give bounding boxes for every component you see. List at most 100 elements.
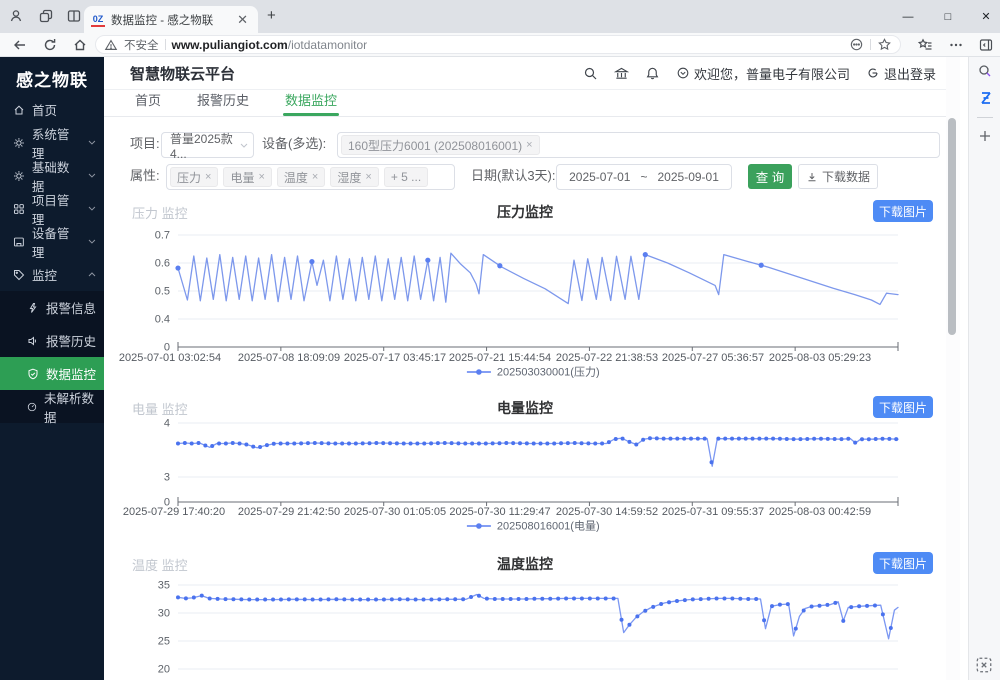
svg-text:20: 20	[158, 664, 170, 676]
svg-text:2025-08-03 00:42:59: 2025-08-03 00:42:59	[769, 506, 871, 518]
user-menu[interactable]: 欢迎您，普量电子有限公司	[676, 64, 850, 83]
svg-text:0.4: 0.4	[155, 314, 170, 326]
add-sidebar-item-icon[interactable]	[978, 129, 992, 143]
svg-text:0.7: 0.7	[155, 230, 170, 242]
download-data-button[interactable]: 下载数据	[798, 164, 878, 189]
project-label: 项目:	[130, 131, 160, 157]
sidebar-item-devices[interactable]: 设备管理	[0, 225, 104, 258]
remove-tag-icon[interactable]: ×	[365, 171, 371, 183]
close-tab-icon[interactable]: ✕	[234, 12, 251, 27]
minimize-button[interactable]: —	[888, 0, 928, 33]
download-image-button[interactable]: 下载图片	[873, 396, 933, 418]
sidebar-item-alarm-history[interactable]: 报警历史	[0, 324, 104, 357]
attr-multiselect[interactable]: 压力× 电量× 温度× 湿度× + 5 ...	[166, 164, 455, 190]
profile-icon[interactable]	[8, 8, 24, 24]
download-image-button[interactable]: 下载图片	[873, 200, 933, 222]
browser-window: 0Z 数据监控 - 感之物联 ✕ + — □ ✕ 不安全 www.puliang…	[0, 0, 1000, 680]
gear-icon	[13, 137, 25, 149]
battery-chart-plot: 4302025-07-29 17:40:202025-07-29 21:42:5…	[110, 418, 945, 532]
address-bar[interactable]: 不安全 www.puliangiot.com/iotdatamonitor	[95, 35, 901, 54]
back-icon[interactable]	[12, 37, 28, 53]
close-window-button[interactable]: ✕	[966, 0, 1000, 33]
filter-row-attrs: 属性: 压力× 电量× 温度× 湿度× + 5 ... 日期(默认3天): 20…	[104, 163, 946, 191]
refresh-icon[interactable]	[42, 37, 58, 53]
sidebar-item-data-monitor[interactable]: 数据监控	[0, 357, 104, 390]
workspaces-icon[interactable]	[38, 8, 54, 24]
divider	[977, 117, 993, 118]
maximize-button[interactable]: □	[928, 0, 968, 33]
page-body: 感之物联 首页 系统管理 基础数据 项目管理	[0, 57, 1000, 680]
device-multiselect[interactable]: 160型压力6001 (202508016001)×	[337, 132, 940, 158]
sidebar-item-basedata[interactable]: 基础数据	[0, 159, 104, 192]
page-tabs: 首页 报警历史 数据监控	[104, 90, 946, 117]
remove-tag-icon[interactable]: ×	[205, 171, 211, 183]
sidebar-item-unparsed-data[interactable]: 未解析数据	[0, 390, 104, 423]
bookmark-star-icon[interactable]	[877, 37, 892, 52]
browser-tab-strip: 0Z 数据监控 - 感之物联 ✕ + — □ ✕	[0, 0, 1000, 33]
scrollbar-thumb[interactable]	[948, 118, 956, 335]
chevron-down-icon	[88, 140, 96, 145]
site-favicon: 0Z	[91, 13, 105, 27]
sidebar-item-projects[interactable]: 项目管理	[0, 192, 104, 225]
attr-label: 属性:	[130, 163, 160, 189]
attr-tag: 温度×	[277, 167, 325, 187]
security-label[interactable]: 不安全	[124, 37, 159, 53]
svg-text:2025-07-17 03:45:17: 2025-07-17 03:45:17	[344, 352, 446, 364]
search-icon[interactable]	[583, 66, 598, 81]
date-label: 日期(默认3天):	[471, 163, 556, 189]
tab-alarm-history[interactable]: 报警历史	[197, 90, 249, 116]
home-icon[interactable]	[72, 37, 88, 53]
divider	[870, 39, 871, 50]
temperature-chart-plot: 35302520	[110, 578, 945, 680]
svg-text:2025-07-22 21:38:53: 2025-07-22 21:38:53	[556, 352, 658, 364]
tab-data-monitor[interactable]: 数据监控	[285, 90, 337, 116]
security-warning-icon	[104, 38, 118, 52]
query-button[interactable]: 查 询	[748, 164, 792, 189]
chevron-down-icon	[88, 173, 96, 178]
logout-button[interactable]: 退出登录	[866, 64, 936, 83]
url-text[interactable]: www.puliangiot.com/iotdatamonitor	[172, 38, 368, 52]
collections-icon[interactable]	[917, 37, 933, 53]
date-range-input[interactable]: 2025-07-01 ~ 2025-09-01	[556, 164, 732, 190]
attr-tag: 电量×	[223, 167, 271, 187]
svg-text:2025-07-30 11:29:47: 2025-07-30 11:29:47	[449, 506, 550, 518]
svg-text:2025-07-21 15:44:54: 2025-07-21 15:44:54	[449, 352, 551, 364]
attr-tag: 湿度×	[330, 167, 378, 187]
remove-tag-icon[interactable]: ×	[312, 171, 318, 183]
filter-row-project: 项目: 普量2025款4... 设备(多选): 160型压力6001 (2025…	[104, 131, 946, 159]
sidebar-item-monitor[interactable]: 监控	[0, 258, 104, 291]
svg-text:2025-07-30 14:59:52: 2025-07-30 14:59:52	[556, 506, 658, 518]
settings-menu-icon[interactable]	[948, 37, 964, 53]
coupons-icon[interactable]	[849, 37, 864, 52]
screen-clip-icon[interactable]	[975, 656, 993, 674]
app-shortcut-icon[interactable]	[977, 90, 993, 106]
new-tab-button[interactable]: +	[267, 7, 276, 24]
project-select[interactable]: 普量2025款4...	[161, 132, 254, 158]
chevron-down-icon	[88, 239, 96, 244]
page-scrollbar[interactable]	[946, 57, 960, 680]
sidebar-search-icon[interactable]	[977, 63, 993, 79]
sidebar-item-system[interactable]: 系统管理	[0, 126, 104, 159]
svg-text:2025-07-08 18:09:09: 2025-07-08 18:09:09	[238, 352, 340, 364]
split-screen-icon[interactable]	[66, 8, 82, 24]
edge-sidebar-rail	[968, 57, 1000, 680]
browser-tab[interactable]: 0Z 数据监控 - 感之物联 ✕	[84, 6, 258, 33]
device-label: 设备(多选):	[262, 131, 326, 157]
download-image-button[interactable]: 下载图片	[873, 552, 933, 574]
chevron-down-icon	[240, 143, 248, 148]
download-icon	[806, 171, 818, 183]
svg-text:0.6: 0.6	[155, 258, 170, 270]
app-header: 智慧物联云平台 欢迎您，普量电子有限公司	[104, 57, 946, 90]
speaker-icon	[27, 335, 39, 347]
bank-icon[interactable]	[614, 66, 629, 81]
sidebar-item-home[interactable]: 首页	[0, 93, 104, 126]
remove-tag-icon[interactable]: ×	[526, 139, 532, 151]
sidebar-item-alarm-info[interactable]: 报警信息	[0, 291, 104, 324]
attr-more-tag[interactable]: + 5 ...	[384, 167, 428, 187]
tab-home[interactable]: 首页	[135, 90, 161, 116]
bell-icon[interactable]	[645, 66, 660, 81]
sidebar-panel-icon[interactable]	[978, 37, 994, 53]
tag-icon	[13, 269, 25, 281]
remove-tag-icon[interactable]: ×	[258, 171, 264, 183]
monitor-submenu: 报警信息 报警历史 数据监控 未解析数据	[0, 291, 104, 423]
